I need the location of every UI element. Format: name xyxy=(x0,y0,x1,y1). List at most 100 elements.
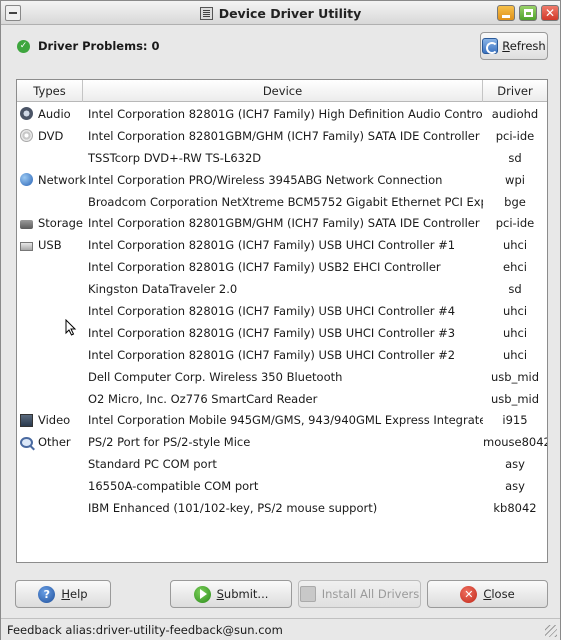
driver-problems-status: ✓ Driver Problems: 0 xyxy=(17,37,160,55)
table-header: Types Device Driver xyxy=(17,80,547,102)
type-cell: Storage xyxy=(17,216,83,230)
install-all-drivers-button[interactable]: Install All Drivers xyxy=(298,580,421,608)
type-cell: USB xyxy=(17,238,83,252)
submit-icon xyxy=(193,585,211,603)
title-bar: Device Driver Utility ✕ xyxy=(1,1,560,25)
driver-cell: asy xyxy=(505,457,525,472)
maximize-icon xyxy=(523,9,533,17)
device-cell: Intel Corporation 82801G (ICH7 Family) U… xyxy=(88,347,456,362)
device-cell: Intel Corporation PRO/Wireless 3945ABG N… xyxy=(88,172,443,187)
column-header-driver[interactable]: Driver xyxy=(483,80,547,102)
driver-cell: mouse8042 xyxy=(483,435,548,450)
table-row[interactable]: Kingston DataTraveler 2.0 sd xyxy=(17,278,547,300)
help-button-label: Help xyxy=(61,587,88,601)
driver-cell: pci-ide xyxy=(495,216,535,231)
driver-cell: uhci xyxy=(502,238,528,253)
table-row[interactable]: Intel Corporation 82801G (ICH7 Family) U… xyxy=(17,344,547,366)
close-button[interactable]: ✕ Close xyxy=(427,580,548,608)
device-cell: 16550A-compatible COM port xyxy=(88,479,259,494)
device-cell: Intel Corporation 82801GBM/GHM (ICH7 Fam… xyxy=(88,128,480,143)
table-row[interactable]: DVD Intel Corporation 82801GBM/GHM (ICH7 … xyxy=(17,125,547,147)
minimize-button[interactable] xyxy=(497,5,515,21)
device-cell: Intel Corporation 82801G (ICH7 Family) H… xyxy=(88,106,483,121)
table-row[interactable]: Storage Intel Corporation 82801GBM/GHM (I… xyxy=(17,212,547,234)
device-cell: PS/2 Port for PS/2-style Mice xyxy=(88,435,251,450)
resize-grip-icon[interactable] xyxy=(545,625,557,637)
table-row[interactable]: Audio Intel Corporation 82801G (ICH7 Fami… xyxy=(17,103,547,125)
window-title: Device Driver Utility xyxy=(218,5,362,21)
device-cell: Intel Corporation 82801G (ICH7 Family) U… xyxy=(88,303,456,318)
driver-cell: usb_mid xyxy=(490,369,540,384)
driver-cell: wpi xyxy=(505,172,525,187)
table-row[interactable]: Intel Corporation 82801G (ICH7 Family) U… xyxy=(17,300,547,322)
driver-cell: uhci xyxy=(502,347,528,362)
driver-cell: asy xyxy=(505,479,525,494)
usb-icon xyxy=(20,241,33,251)
table-row[interactable]: O2 Micro, Inc. Oz776 SmartCard Reader usb… xyxy=(17,388,547,410)
close-icon: ✕ xyxy=(544,6,556,20)
device-driver-utility-window: Device Driver Utility ✕ ✓ Driver Problem… xyxy=(0,0,561,640)
device-cell: Intel Corporation 82801G (ICH7 Family) U… xyxy=(88,238,456,253)
type-cell: Other xyxy=(17,435,83,449)
check-circle-icon: ✓ xyxy=(17,39,30,53)
device-cell: IBM Enhanced (101/102-key, PS/2 mouse su… xyxy=(88,500,378,515)
device-cell: Intel Corporation 82801G (ICH7 Family) U… xyxy=(88,325,456,340)
close-window-button[interactable]: ✕ xyxy=(541,5,559,21)
column-header-types[interactable]: Types xyxy=(17,80,83,102)
close-button-label: Close xyxy=(483,587,515,601)
device-cell: TSSTcorp DVD+-RW TS-L632D xyxy=(88,150,262,165)
type-label: Audio xyxy=(38,106,71,121)
network-icon xyxy=(20,173,33,187)
feedback-statusbar: Feedback alias:driver-utility-feedback@s… xyxy=(1,618,560,640)
table-body: Audio Intel Corporation 82801G (ICH7 Fami… xyxy=(17,103,547,519)
table-row[interactable]: Intel Corporation 82801G (ICH7 Family) U… xyxy=(17,256,547,278)
driver-cell: uhci xyxy=(502,325,528,340)
type-label: Network xyxy=(38,172,87,187)
driver-cell: uhci xyxy=(502,303,528,318)
device-cell: Intel Corporation 82801GBM/GHM (ICH7 Fam… xyxy=(88,216,480,231)
table-row[interactable]: Standard PC COM port asy xyxy=(17,453,547,475)
audio-icon xyxy=(20,107,33,121)
device-cell: O2 Micro, Inc. Oz776 SmartCard Reader xyxy=(88,391,318,406)
driver-cell: usb_mid xyxy=(490,391,540,406)
table-row[interactable]: Broadcom Corporation NetXtreme BCM5752 G… xyxy=(17,191,547,213)
maximize-button[interactable] xyxy=(519,5,537,21)
driver-cell: kb8042 xyxy=(493,500,537,515)
table-row[interactable]: Video Intel Corporation Mobile 945GM/GMS,… xyxy=(17,409,547,431)
driver-cell: bge xyxy=(504,194,526,209)
column-header-device[interactable]: Device xyxy=(83,80,483,102)
driver-problems-label: Driver Problems: 0 xyxy=(38,39,160,53)
refresh-button[interactable]: Refresh xyxy=(480,32,548,60)
submit-button-label: Submit... xyxy=(216,587,269,601)
type-label: Video xyxy=(38,413,71,428)
install-button-label: Install All Drivers xyxy=(321,587,420,601)
table-row[interactable]: Network Intel Corporation PRO/Wireless 39… xyxy=(17,169,547,191)
submit-button[interactable]: Submit... xyxy=(170,580,292,608)
device-cell: Intel Corporation 82801G (ICH7 Family) U… xyxy=(88,260,441,275)
driver-cell: sd xyxy=(508,282,522,297)
table-row[interactable]: USB Intel Corporation 82801G (ICH7 Family… xyxy=(17,234,547,256)
table-row[interactable]: Intel Corporation 82801G (ICH7 Family) U… xyxy=(17,322,547,344)
table-row[interactable]: TSSTcorp DVD+-RW TS-L632D sd xyxy=(17,147,547,169)
type-cell: Video xyxy=(17,413,83,427)
table-row[interactable]: Other PS/2 Port for PS/2-style Mice mouse8… xyxy=(17,431,547,453)
device-table[interactable]: Types Device Driver Audio Intel Corporati… xyxy=(16,79,548,563)
table-row[interactable]: IBM Enhanced (101/102-key, PS/2 mouse su… xyxy=(17,497,547,519)
table-row[interactable]: 16550A-compatible COM port asy xyxy=(17,475,547,497)
close-icon: ✕ xyxy=(460,585,478,603)
driver-cell: sd xyxy=(508,150,522,165)
device-cell: Dell Computer Corp. Wireless 350 Bluetoo… xyxy=(88,369,343,384)
driver-cell: i915 xyxy=(502,413,528,428)
type-cell: Audio xyxy=(17,107,83,121)
dvd-icon xyxy=(20,129,33,143)
table-row[interactable]: Dell Computer Corp. Wireless 350 Bluetoo… xyxy=(17,366,547,388)
type-label: Other xyxy=(38,435,71,450)
help-button[interactable]: ? Help xyxy=(15,580,111,608)
driver-cell: ehci xyxy=(503,260,527,275)
storage-icon xyxy=(20,219,33,229)
install-icon xyxy=(299,586,316,602)
device-cell: Intel Corporation Mobile 945GM/GMS, 943/… xyxy=(88,413,483,428)
driver-cell: pci-ide xyxy=(495,128,535,143)
driver-cell: audiohd xyxy=(491,106,539,121)
type-label: Storage xyxy=(38,216,83,231)
